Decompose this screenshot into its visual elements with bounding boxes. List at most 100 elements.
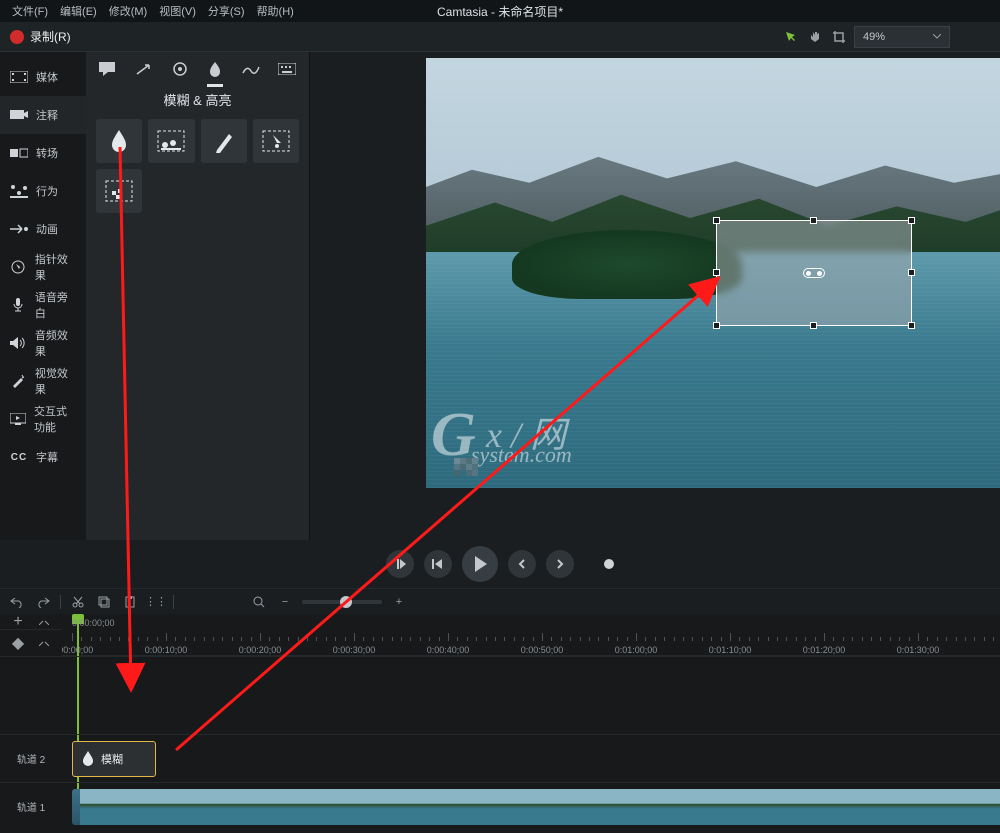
sidebar-label: 视觉效果 — [35, 365, 76, 397]
sidebar-label: 音频效果 — [35, 327, 76, 359]
resize-handle[interactable] — [713, 269, 720, 276]
edit-mode-icon[interactable] — [780, 26, 802, 48]
effect-blur[interactable] — [96, 119, 142, 163]
step-back-button[interactable] — [508, 550, 536, 578]
split-button[interactable]: ⋮⋮ — [147, 593, 165, 611]
resize-handle[interactable] — [810, 322, 817, 329]
sidebar-item-behaviors[interactable]: 行为 — [0, 172, 86, 210]
play-button[interactable] — [462, 546, 498, 582]
sidebar-item-cursor-effects[interactable]: 指针效果 — [0, 248, 86, 286]
canvas-zoom-select[interactable]: 49% — [854, 26, 950, 48]
crop-icon[interactable] — [828, 26, 850, 48]
sidebar-label: 动画 — [36, 221, 58, 237]
sidebar-item-interactivity[interactable]: 交互式功能 — [0, 400, 86, 438]
add-marker-button[interactable]: + — [9, 613, 27, 631]
sidebar-label: 注释 — [36, 107, 58, 123]
quiz-marker[interactable]: ◆ — [9, 634, 27, 652]
quiz-chevron[interactable] — [35, 634, 53, 652]
tab-keystroke[interactable] — [277, 57, 297, 81]
transition-icon — [10, 146, 28, 160]
blur-clip-icon — [81, 750, 95, 768]
app-title: Camtasia - 未命名项目* — [437, 3, 563, 20]
track-2-lane[interactable]: 模糊 — [62, 734, 1000, 782]
effect-spotlight[interactable] — [253, 119, 299, 163]
menu-bar: 文件(F) 编辑(E) 修改(M) 视图(V) 分享(S) 帮助(H) Camt… — [0, 0, 1000, 22]
canvas-area: G x / 网 system.com — [310, 52, 1000, 540]
sidebar-item-media[interactable]: 媒体 — [0, 58, 86, 96]
track-1-lane[interactable]: 01 — [62, 782, 1000, 830]
resize-handle[interactable] — [908, 217, 915, 224]
menu-help[interactable]: 帮助(H) — [251, 3, 300, 19]
behavior-icon — [10, 184, 28, 198]
cursor-icon — [10, 260, 27, 274]
tab-shapes[interactable] — [170, 57, 190, 81]
resize-handle[interactable] — [908, 322, 915, 329]
effect-pixelate[interactable] — [96, 169, 142, 213]
zoom-value: 49% — [863, 31, 885, 43]
blur-annotation[interactable] — [716, 220, 912, 326]
timeline-zoom-slider[interactable] — [302, 600, 382, 604]
clip-media[interactable] — [72, 789, 1000, 825]
tab-callouts[interactable] — [98, 57, 118, 81]
zoom-in-button[interactable]: + — [390, 593, 408, 611]
sidebar-item-voice[interactable]: 语音旁白 — [0, 286, 86, 324]
animation-icon — [10, 222, 28, 236]
sidebar-label: 交互式功能 — [34, 403, 76, 435]
resize-handle[interactable] — [810, 217, 817, 224]
sidebar-item-annotations[interactable]: 注释 — [0, 96, 86, 134]
tab-arrows[interactable] — [134, 57, 154, 81]
panel-title: 模糊 & 高亮 — [86, 86, 309, 119]
cut-button[interactable] — [69, 593, 87, 611]
sidebar-item-visual-effects[interactable]: 视觉效果 — [0, 362, 86, 400]
undo-button[interactable] — [8, 593, 26, 611]
timeline-spacer — [62, 656, 1000, 734]
cc-icon: CC — [10, 450, 28, 464]
media-icon — [10, 70, 28, 84]
sidebar-item-transitions[interactable]: 转场 — [0, 134, 86, 172]
record-button[interactable]: 录制(R) — [0, 22, 81, 51]
menu-edit[interactable]: 编辑(E) — [54, 3, 103, 19]
properties-panel: 模糊 & 高亮 — [86, 52, 310, 540]
pixelate-sample — [454, 458, 482, 476]
sidebar-label: 行为 — [36, 183, 58, 199]
marker-chevron[interactable] — [35, 613, 53, 631]
redo-button[interactable] — [34, 593, 52, 611]
sidebar-item-animations[interactable]: 动画 — [0, 210, 86, 248]
resize-handle[interactable] — [908, 269, 915, 276]
tab-sketch[interactable] — [241, 57, 261, 81]
preview-canvas[interactable]: G x / 网 system.com — [426, 58, 1000, 488]
sidebar: 媒体 注释 转场 行为 动画 指针效果 语音旁白 音频效果 — [0, 52, 86, 540]
menu-view[interactable]: 视图(V) — [153, 3, 202, 19]
resize-handle[interactable] — [713, 217, 720, 224]
sidebar-label: 媒体 — [36, 69, 58, 85]
search-icon[interactable] — [250, 593, 268, 611]
track-1-header[interactable]: 轨道 1 — [0, 782, 62, 830]
playback-controls — [0, 540, 1000, 588]
effect-blur-region[interactable] — [148, 119, 194, 163]
timeline-toolbar: ⋮⋮ − + — [0, 588, 1000, 614]
sidebar-label: 语音旁白 — [35, 289, 76, 321]
menu-share[interactable]: 分享(S) — [202, 3, 251, 19]
zoom-out-button[interactable]: − — [276, 593, 294, 611]
rewind-button[interactable] — [424, 550, 452, 578]
resize-handle[interactable] — [713, 322, 720, 329]
effect-highlight[interactable] — [201, 119, 247, 163]
track-2-header[interactable]: 轨道 2 — [0, 734, 62, 782]
paste-button[interactable] — [121, 593, 139, 611]
timeline: + ◆ 轨道 2 轨道 1 0:00:00;00 0:00:00;000:00:… — [0, 614, 1000, 833]
pan-icon[interactable] — [804, 26, 826, 48]
clip-label: 模糊 — [101, 751, 123, 767]
timeline-ruler[interactable]: 0:00:00;00 0:00:00;000:00:10;000:00:20;0… — [62, 614, 1000, 656]
sidebar-item-audio-effects[interactable]: 音频效果 — [0, 324, 86, 362]
marker-dot[interactable] — [604, 559, 614, 569]
slider-thumb[interactable] — [340, 596, 352, 608]
rotate-handle[interactable] — [803, 268, 825, 278]
clip-blur[interactable]: 模糊 — [72, 741, 156, 777]
sidebar-item-captions[interactable]: CC 字幕 — [0, 438, 86, 476]
menu-modify[interactable]: 修改(M) — [103, 3, 154, 19]
menu-file[interactable]: 文件(F) — [6, 3, 54, 19]
tab-blur-highlight[interactable] — [205, 57, 225, 81]
copy-button[interactable] — [95, 593, 113, 611]
step-forward-button[interactable] — [546, 550, 574, 578]
prev-frame-button[interactable] — [386, 550, 414, 578]
